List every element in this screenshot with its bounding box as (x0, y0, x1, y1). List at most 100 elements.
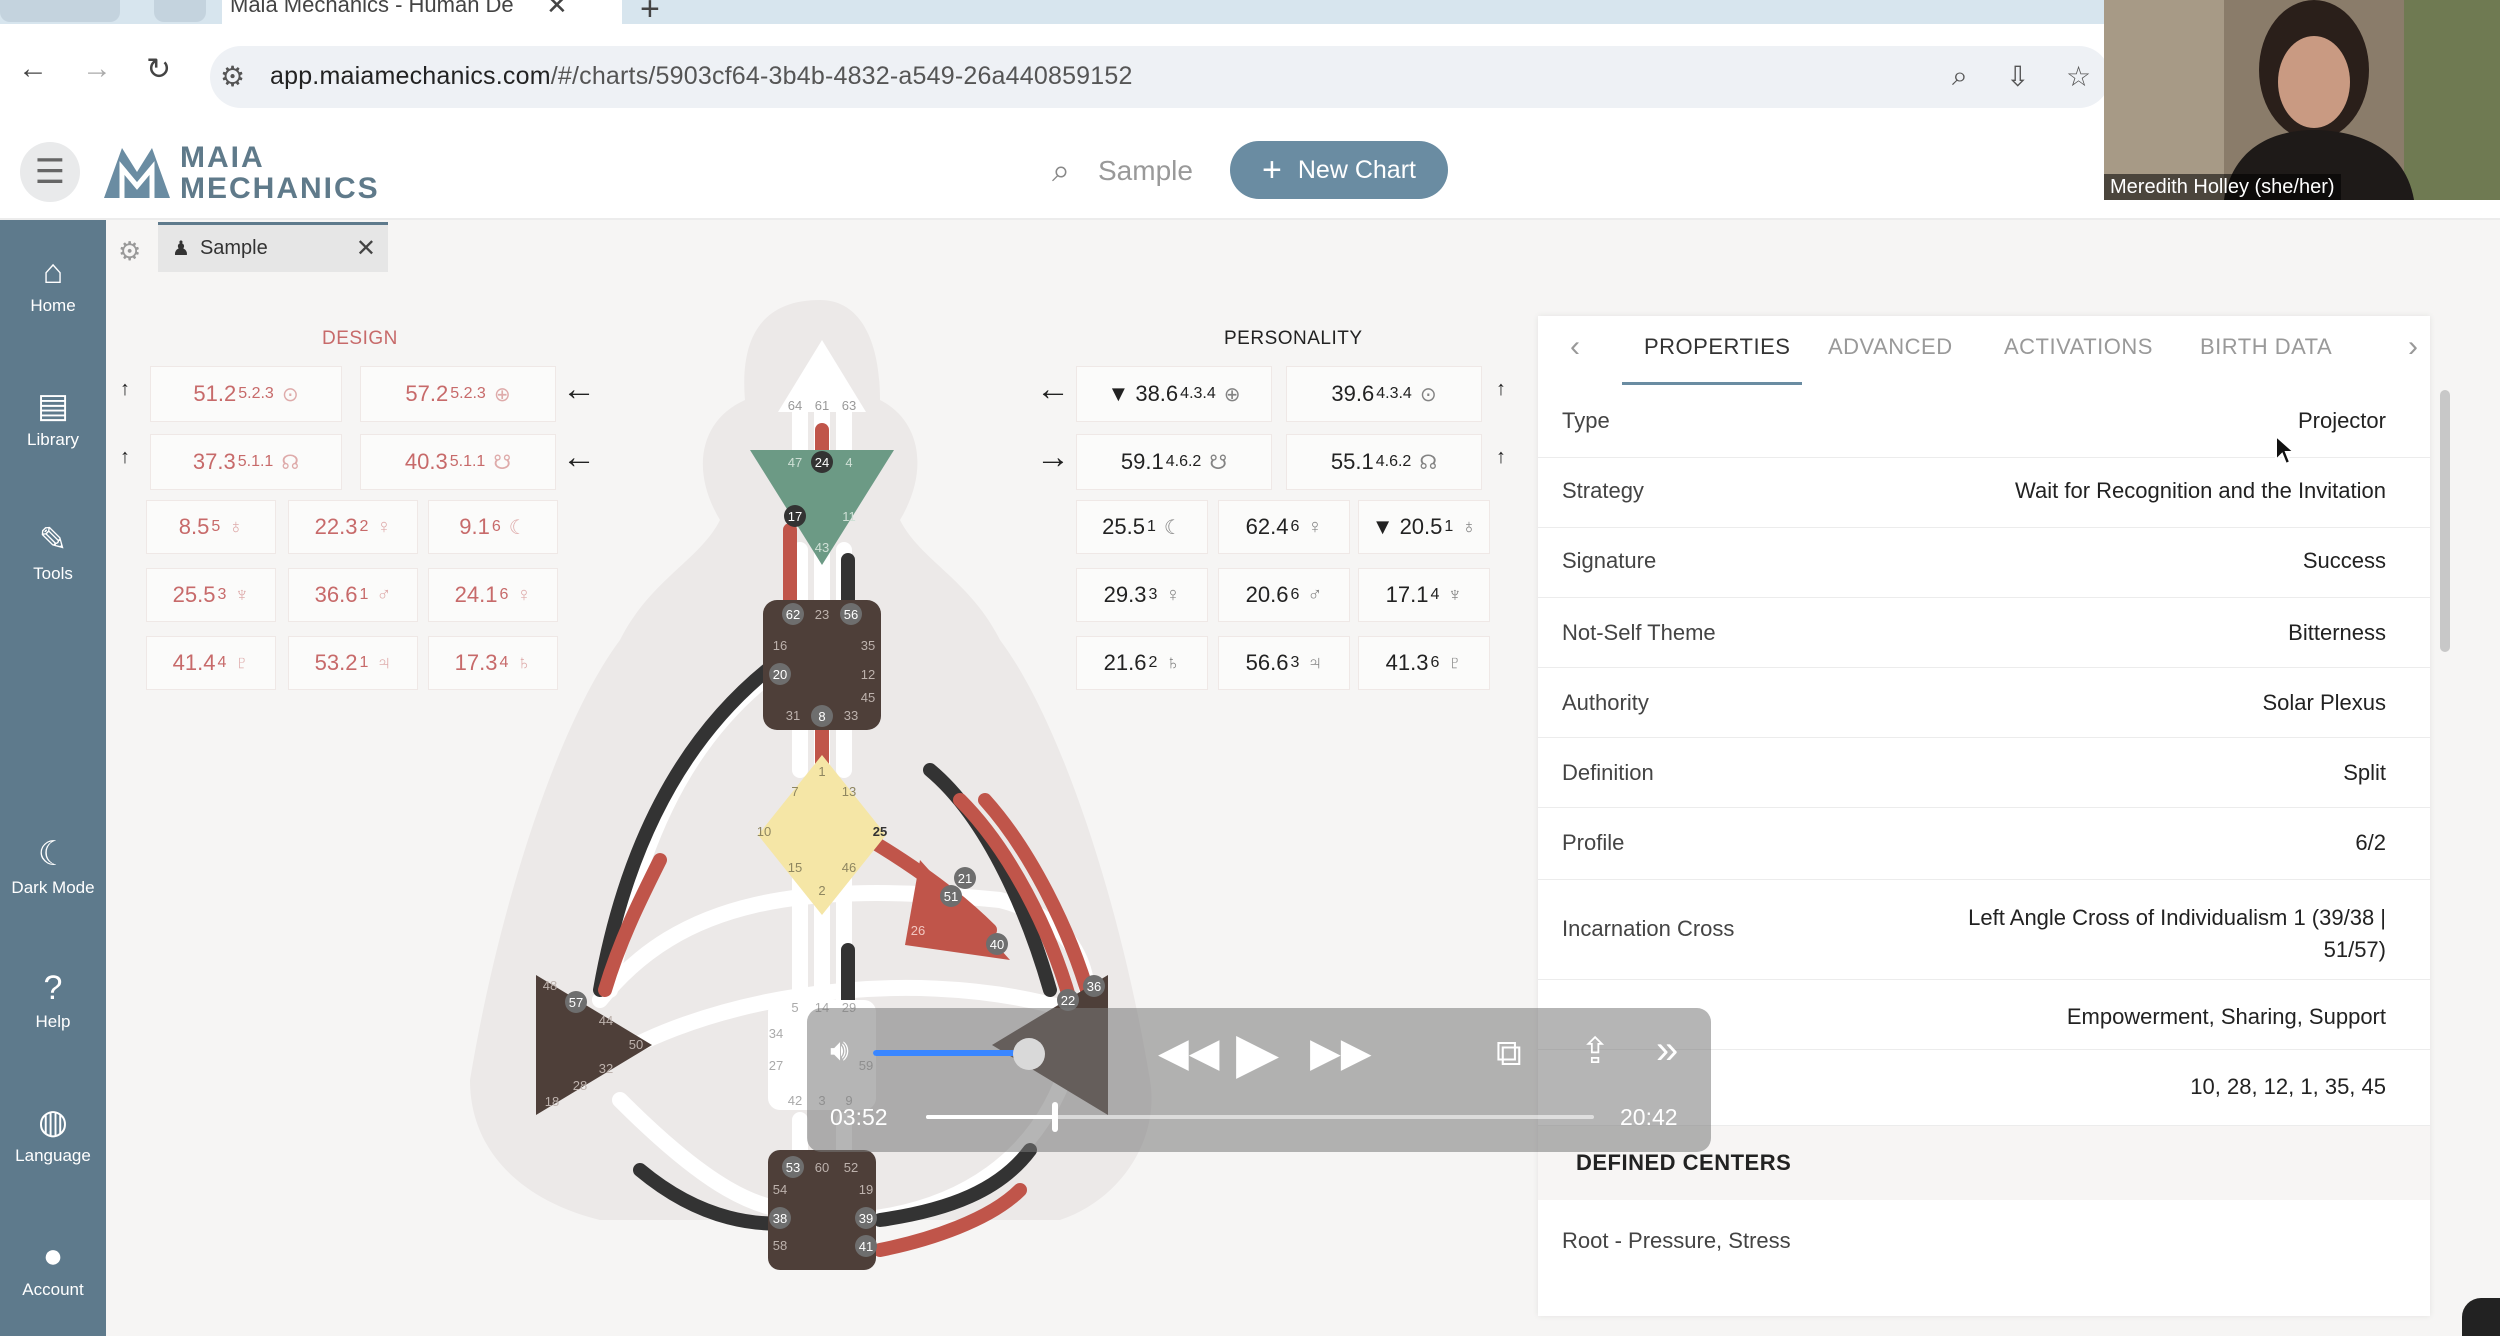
tab-activations[interactable]: ACTIVATIONS (2004, 334, 2153, 360)
more-controls-icon[interactable]: » (1656, 1028, 1678, 1073)
svg-text:51: 51 (944, 889, 958, 904)
fast-forward-icon[interactable]: ▶▶ (1310, 1030, 1372, 1076)
svg-text:57: 57 (569, 995, 583, 1010)
svg-text:20: 20 (773, 667, 787, 682)
svg-text:17: 17 (788, 509, 802, 524)
svg-text:19: 19 (859, 1182, 873, 1197)
chevron-right-icon[interactable]: › (2408, 330, 2418, 364)
personality-activation[interactable]: 62.4 6 ♀ (1218, 500, 1350, 554)
design-activation[interactable]: 41.4 4 ♇ (146, 636, 276, 690)
panel-scrollbar[interactable] (2440, 390, 2450, 652)
active-tab-indicator (1622, 382, 1802, 385)
design-title: DESIGN (322, 328, 398, 349)
svg-text:28: 28 (573, 1078, 587, 1093)
svg-text:32: 32 (599, 1061, 613, 1076)
close-tab-icon[interactable]: ✕ (546, 0, 568, 21)
sidebar-item-library[interactable]: ▤ Library (0, 386, 106, 450)
tab-advanced[interactable]: ADVANCED (1828, 334, 1953, 360)
svg-text:25: 25 (873, 824, 887, 839)
arrow-up-icon: ↑ (1496, 378, 1506, 400)
volume-slider-knob[interactable] (1013, 1038, 1045, 1070)
sidebar-item-dark-mode[interactable]: ☾ Dark Mode (0, 834, 106, 898)
personality-activation[interactable]: 41.3 6 ♇ (1358, 636, 1490, 690)
svg-text:52: 52 (844, 1160, 858, 1175)
personality-activation[interactable]: 20.6 6 ♂ (1218, 568, 1350, 622)
volume-icon[interactable]: 🔊︎ (830, 1034, 849, 1068)
property-row: Profile 6/2 (1538, 808, 2430, 880)
sidebar-item-tools[interactable]: ✎ Tools (0, 520, 106, 584)
svg-text:26: 26 (911, 923, 925, 938)
close-chart-tab-icon[interactable]: ✕ (356, 234, 376, 263)
personality-activation[interactable]: 56.6 3 ♃ (1218, 636, 1350, 690)
forward-icon[interactable]: → (82, 52, 112, 86)
personality-activation[interactable]: 17.1 4 ♆ (1358, 568, 1490, 622)
search-icon[interactable]: ⌕ (1052, 152, 1070, 190)
chevron-left-icon[interactable]: ‹ (1570, 330, 1580, 364)
svg-text:21: 21 (958, 871, 972, 886)
moon-icon: ☾ (37, 835, 69, 873)
tab-properties[interactable]: PROPERTIES (1644, 334, 1790, 360)
reload-icon[interactable]: ↻ (146, 52, 171, 87)
current-time: 03:52 (830, 1104, 888, 1130)
picture-in-picture-icon[interactable]: ⧉ (1496, 1032, 1522, 1075)
logo-text: MAIA MECHANICS (180, 141, 380, 205)
sidebar-item-language[interactable]: ◍ Language (0, 1102, 106, 1166)
svg-text:58: 58 (773, 1238, 787, 1253)
rewind-icon[interactable]: ◀◀ (1158, 1030, 1220, 1076)
svg-text:7: 7 (791, 784, 798, 799)
participant-video (2104, 0, 2500, 200)
personality-title: PERSONALITY (1224, 328, 1363, 349)
tab-group-button[interactable] (0, 0, 120, 22)
browser-tab-active[interactable]: Maia Mechanics - Human De ✕ (222, 0, 622, 24)
install-app-icon[interactable]: ⇩ (2006, 60, 2029, 93)
svg-text:11: 11 (842, 509, 856, 524)
personality-activation[interactable]: ▼ 20.5 1 ♁ (1358, 500, 1490, 554)
design-activation[interactable]: 36.6 1 ♂ (288, 568, 418, 622)
menu-icon[interactable]: ☰ (20, 142, 80, 202)
design-activation[interactable]: 25.5 3 ♆ (146, 568, 276, 622)
svg-text:22: 22 (1061, 993, 1075, 1008)
svg-text:16: 16 (773, 638, 787, 653)
svg-text:45: 45 (861, 690, 875, 705)
design-activation[interactable]: 22.3 2 ♀ (288, 500, 418, 554)
svg-text:15: 15 (788, 860, 802, 875)
svg-text:42: 42 (788, 1093, 802, 1108)
property-row: Type Projector (1538, 388, 2430, 458)
participant-name: Meredith Holley (she/her) (2104, 174, 2341, 200)
tab-birth-data[interactable]: BIRTH DATA (2200, 334, 2332, 360)
url-text[interactable]: app.maiamechanics.com/#/charts/5903cf64-… (270, 62, 1133, 91)
bookmark-star-icon[interactable]: ☆ (2066, 60, 2091, 93)
logo-icon (104, 148, 170, 198)
gear-icon[interactable]: ⚙ (118, 236, 141, 267)
share-icon[interactable]: ⇪ (1580, 1030, 1610, 1072)
svg-text:1: 1 (818, 764, 825, 779)
design-activation[interactable]: 8.5 5 ♁ (146, 500, 276, 554)
chart-tab[interactable]: ♟ Sample ✕ (158, 222, 388, 272)
sidebar-item-account[interactable]: ● Account (0, 1236, 106, 1300)
svg-text:24: 24 (815, 455, 829, 470)
scrubber-handle[interactable] (1052, 1102, 1058, 1132)
design-activation[interactable]: 51.2 5.2.3 ⊙ (150, 366, 342, 422)
defined-center-row: Root - Pressure, Stress (1562, 1228, 1791, 1253)
wrench-icon: ✎ (38, 521, 68, 559)
svg-text:33: 33 (844, 708, 858, 723)
personality-activation[interactable]: 39.6 4.3.4 ⊙ (1286, 366, 1482, 422)
back-icon[interactable]: ← (18, 52, 48, 86)
search-input[interactable]: Sample (1098, 155, 1193, 187)
sidebar-item-help[interactable]: ? Help (0, 968, 106, 1032)
personality-activation[interactable]: 55.1 4.6.2 ☊ (1286, 434, 1482, 490)
zoom-icon[interactable]: ⌕ (1952, 60, 1968, 93)
sidebar-item-home[interactable]: ⌂ Home (0, 252, 106, 316)
design-activation[interactable]: 37.3 5.1.1 ☊ (150, 434, 342, 490)
svg-text:2: 2 (818, 883, 825, 898)
tab-search-button[interactable] (154, 0, 206, 22)
site-info-icon[interactable]: ⚙ (220, 60, 245, 93)
design-activation[interactable]: 53.2 1 ♃ (288, 636, 418, 690)
caption-icon[interactable] (2462, 1298, 2500, 1336)
svg-text:18: 18 (545, 1094, 559, 1109)
svg-text:44: 44 (599, 1013, 613, 1028)
svg-text:5: 5 (791, 1000, 798, 1015)
new-chart-button[interactable]: + New Chart (1230, 141, 1448, 199)
play-icon[interactable]: ▶ (1236, 1020, 1279, 1086)
svg-text:10: 10 (757, 824, 771, 839)
